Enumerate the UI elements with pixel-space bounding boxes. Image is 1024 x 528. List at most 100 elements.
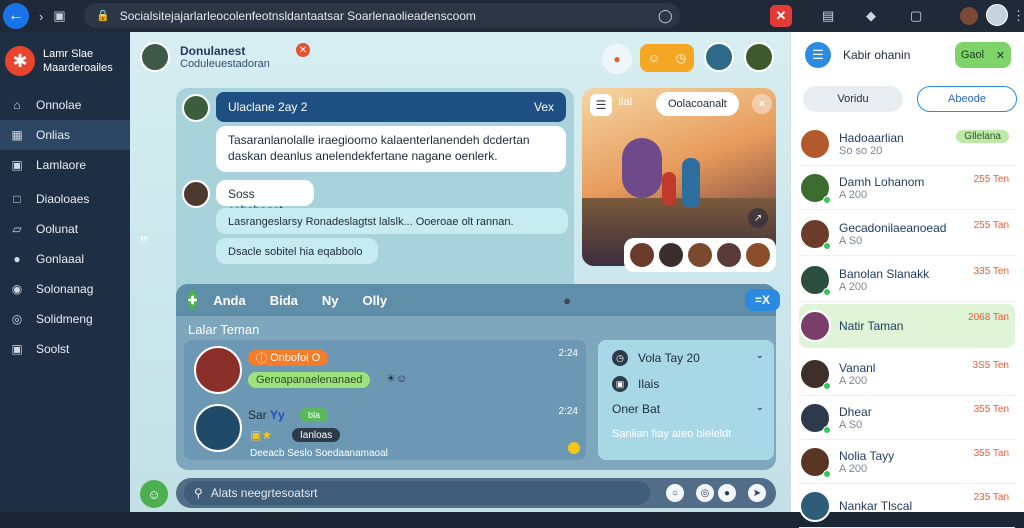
friend-tag: bla — [300, 408, 329, 422]
friend-avatar[interactable] — [194, 346, 242, 394]
online-indicator — [823, 288, 831, 296]
thumbnail-avatar[interactable] — [687, 243, 712, 267]
status-button[interactable]: Gaol ✕ — [955, 42, 1011, 68]
notification-icon[interactable]: ● — [602, 44, 632, 74]
thumbnail-avatar[interactable] — [659, 243, 684, 267]
contact-row[interactable]: Gecadonilaeanoead A S0 255 Tan — [799, 212, 1015, 256]
sidebar-item-home[interactable]: ⌂ Onnolae — [0, 90, 130, 120]
camera-icon[interactable]: ◎ — [696, 484, 714, 502]
address-bar[interactable]: 🔒 Socialsitejajarlarleocolenfeotnsldanta… — [84, 3, 680, 28]
contact-time: Gllelana — [956, 130, 1009, 143]
mic-icon[interactable]: ● — [718, 484, 736, 502]
contact-row[interactable]: Damh Lohanom A 200 255 Ten — [799, 166, 1015, 210]
tab-voridu[interactable]: Voridu — [803, 86, 903, 112]
message-bubble: Lasrangeslarsy Ronadeslagtst lalslk... O… — [216, 208, 568, 234]
extensions-puzzle-icon[interactable]: ◆ — [866, 8, 876, 24]
attach-icon[interactable]: ○ — [666, 484, 684, 502]
friend-tag-label: Onbofol O — [270, 352, 321, 364]
tab-ny[interactable]: Ny — [322, 293, 339, 308]
document-icon: □ — [13, 192, 21, 206]
profile-small-avatar[interactable] — [960, 7, 978, 25]
chat-close-button[interactable]: Vex — [534, 100, 554, 114]
bookmark-icon[interactable]: ◯ — [658, 8, 673, 24]
chevron-down-icon[interactable]: ⌄ — [756, 402, 764, 413]
contact-row[interactable]: Nolia Tayy A 200 355 Tan — [799, 440, 1015, 484]
brand: ✱ Lamr Slae Maarderoailes — [0, 32, 130, 90]
sidebar-item-label: Solidmeng — [36, 312, 93, 326]
image-close-icon[interactable]: ✕ — [752, 94, 772, 114]
contact-name: Nankar Tlscal — [839, 498, 913, 513]
panel-title: Kabir ohanin — [843, 48, 911, 62]
image-menu-icon[interactable]: ☰ — [590, 94, 612, 116]
contact-row[interactable]: Banolan Slanakk A 200 335 Ten — [799, 258, 1015, 302]
online-indicator — [823, 382, 831, 390]
page-title: Donulanest — [180, 44, 246, 58]
tab-anda[interactable]: Anda — [213, 293, 246, 308]
sidebar-item-documents[interactable]: □ Diaoloaes — [0, 184, 130, 214]
thumbnail-avatar[interactable] — [630, 243, 655, 267]
sidebar-item-label: Solonanag — [36, 282, 94, 296]
thumbnail-avatar[interactable] — [716, 243, 741, 267]
browser-toolbar: ← › ▣ 🔒 Socialsitejajarlarleocolenfeotns… — [0, 0, 1024, 32]
contact-row[interactable]: Natir Taman 2068 Tan — [799, 304, 1015, 348]
sidebar-item-grid[interactable]: ▦ Onlias — [0, 120, 130, 150]
close-icon[interactable]: ✕ — [295, 43, 310, 57]
page-subtitle: Coduleuestadoran — [180, 58, 270, 70]
reload-icon[interactable]: ▣ — [53, 8, 65, 24]
emoji-buttons[interactable]: ☺ ◷ — [640, 44, 694, 72]
friend-badge: Ianloas — [292, 428, 341, 442]
thumbnail-avatar[interactable] — [745, 243, 770, 267]
sidebar-item-people[interactable]: ◉ Solonanag — [0, 274, 130, 304]
friend-tag: ⓘ Onbofol O — [248, 350, 329, 366]
new-message-icon[interactable]: ☺ — [140, 480, 168, 508]
friend-list: ⓘ Onbofol O Geroapanaelenanaed ☀☺ 2:24 S… — [184, 340, 586, 460]
contact-row[interactable]: Nankar Tlscal 235 Tan — [799, 484, 1015, 528]
info-icon: ⓘ — [256, 353, 267, 365]
online-indicator — [823, 470, 831, 478]
back-arrow-icon[interactable]: ← — [3, 3, 29, 29]
user-avatar[interactable] — [986, 4, 1008, 26]
lock-icon: 🔒 — [96, 10, 110, 22]
section-title: Lalar Teman — [188, 322, 260, 337]
friend-detail: Geroapanaelenanaed — [248, 372, 371, 388]
tab-olly[interactable]: Olly — [363, 293, 388, 308]
contact-time: 255 Tan — [973, 220, 1009, 231]
friends-action-button[interactable]: =X — [744, 289, 780, 311]
participant-avatar[interactable] — [704, 42, 734, 72]
star-icon: ▣★ — [250, 428, 273, 442]
sidebar-item-folder[interactable]: ▣ Soolst — [0, 334, 130, 364]
participant-avatar[interactable] — [744, 42, 774, 72]
contact-row[interactable]: Dhear A S0 355 Ten — [799, 396, 1015, 440]
send-icon[interactable]: ➤ — [748, 484, 766, 502]
window-icon[interactable]: ▢ — [910, 8, 922, 24]
chevron-down-icon[interactable]: ⌄ — [756, 350, 764, 361]
sidebar-item-calendar[interactable]: ▣ Lamlaore — [0, 150, 130, 180]
contact-row[interactable]: Vananl A 200 3S5 Ten — [799, 352, 1015, 396]
extension-icon[interactable]: ✕ — [770, 5, 792, 27]
tab-abeode[interactable]: Abeode — [917, 86, 1017, 112]
menu-icon[interactable]: ⋮ — [1012, 8, 1024, 24]
friends-panel: ✚ Anda Bida Ny Olly ● =X Lalar Teman ⓘ O… — [176, 284, 780, 470]
online-indicator — [823, 196, 831, 204]
forward-icon[interactable]: › — [39, 9, 43, 24]
quote-icon: ” — [140, 232, 148, 257]
reader-icon[interactable]: ▤ — [822, 8, 834, 24]
friend-avatar[interactable] — [194, 404, 242, 452]
sidebar-item-chat[interactable]: ▱ Oolunat — [0, 214, 130, 244]
bell-icon: ◎ — [11, 312, 23, 326]
friend-name: Sar Yy — [248, 408, 285, 422]
chat-app-icon: ☰ — [805, 42, 831, 68]
friend-details: ◷ Vola Tay 20 ⌄ ▣ Ilais Oner Bat ⌄ Saniian… — [598, 340, 774, 460]
sidebar-item-notifications[interactable]: ◎ Solidmeng — [0, 304, 130, 334]
emoji-icon: ☀☺ — [386, 373, 408, 385]
detail-row: Oner Bat — [612, 402, 661, 416]
participant-thumbnails — [624, 238, 776, 272]
message-input[interactable]: ⚲ Alats neegrtesoatsrt — [184, 481, 650, 505]
sidebar-item-settings[interactable]: ● Gonlaaal — [0, 244, 130, 274]
contact-row[interactable]: Hadoaarlian So so 20 Gllelana — [799, 122, 1015, 166]
add-friend-icon[interactable]: ✚ — [188, 290, 198, 310]
expand-icon[interactable]: ↗ — [748, 208, 768, 228]
chat-avatar — [182, 94, 210, 122]
tab-bida[interactable]: Bida — [270, 293, 298, 308]
conversation-header: Donulanest Coduleuestadoran ✕ — [140, 40, 310, 74]
